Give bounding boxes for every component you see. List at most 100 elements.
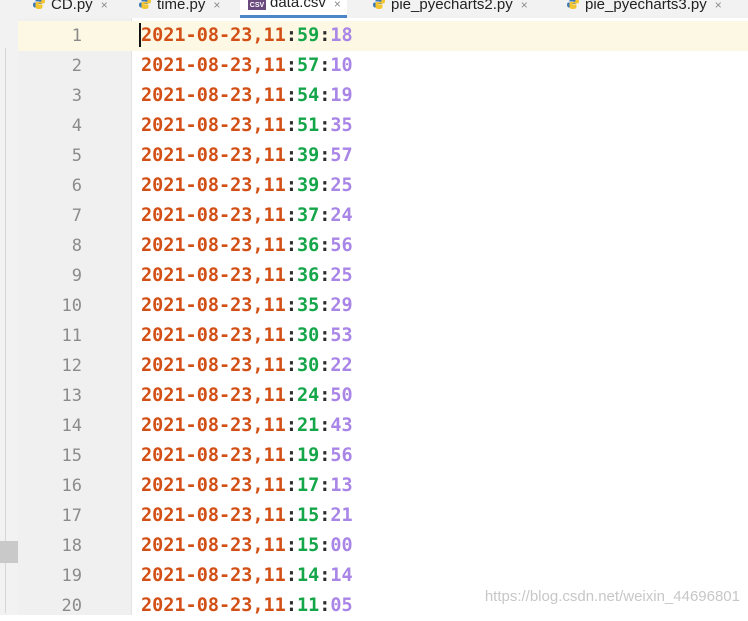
- code-line[interactable]: 3 2021-08-23,11:54:19: [0, 81, 748, 111]
- code-line[interactable]: 1 2021-08-23,11:59:18: [0, 21, 748, 51]
- csv-comma: ,: [252, 205, 264, 226]
- line-number: 4: [71, 116, 82, 136]
- csv-colon: :: [319, 475, 331, 496]
- csv-minute: 14: [296, 565, 320, 586]
- csv-hour: 11: [263, 115, 286, 136]
- csv-colon: :: [319, 505, 331, 526]
- line-text: 2021-08-23,11:24:50: [141, 381, 353, 411]
- python-file-icon: [566, 0, 580, 14]
- code-line[interactable]: 17 2021-08-23,11:15:21: [0, 501, 748, 531]
- csv-second: 25: [330, 175, 353, 196]
- line-text: 2021-08-23,11:57:10: [141, 51, 353, 81]
- code-line[interactable]: 11 2021-08-23,11:30:53: [0, 321, 748, 351]
- code-line[interactable]: 18 2021-08-23,11:15:00: [0, 531, 748, 561]
- csv-minute: 30: [296, 355, 320, 376]
- tab-pie-pyecharts3-py[interactable]: pie_pyecharts3.py ×: [566, 0, 722, 18]
- csv-colon: :: [319, 535, 331, 556]
- code-line[interactable]: 7 2021-08-23,11:37:24: [0, 201, 748, 231]
- line-number: 5: [71, 146, 82, 166]
- csv-colon: :: [285, 295, 297, 316]
- csv-hour: 11: [263, 385, 286, 406]
- tab-label: pie_pyecharts2.py: [391, 0, 513, 13]
- csv-hour: 11: [263, 175, 286, 196]
- python-file-icon: [32, 0, 46, 14]
- tab-data-csv[interactable]: CSV data.csv ×: [240, 0, 347, 18]
- csv-hour: 11: [263, 505, 286, 526]
- csv-hour: 11: [263, 265, 286, 286]
- csv-hour: 11: [263, 205, 286, 226]
- close-icon[interactable]: ×: [334, 0, 341, 11]
- csv-colon: :: [285, 55, 297, 76]
- csv-date: 2021-08-23: [141, 385, 253, 406]
- line-number: 7: [71, 206, 82, 226]
- csv-comma: ,: [252, 115, 264, 136]
- csv-second: 00: [330, 535, 353, 556]
- csv-comma: ,: [252, 235, 264, 256]
- line-number: 3: [71, 86, 82, 106]
- close-icon[interactable]: ×: [213, 0, 220, 12]
- tab-label: CD.py: [51, 0, 93, 13]
- csv-date: 2021-08-23: [141, 565, 253, 586]
- tab-pie-pyecharts2-py[interactable]: pie_pyecharts2.py ×: [372, 0, 528, 18]
- csv-minute: 54: [296, 85, 320, 106]
- csv-colon: :: [285, 85, 297, 106]
- line-text: 2021-08-23,11:14:14: [141, 561, 353, 591]
- csv-hour: 11: [263, 415, 286, 436]
- code-line[interactable]: 15 2021-08-23,11:19:56: [0, 441, 748, 471]
- csv-date: 2021-08-23: [141, 325, 253, 346]
- python-file-icon: [372, 0, 386, 14]
- csv-colon: :: [285, 115, 297, 136]
- csv-comma: ,: [252, 295, 264, 316]
- code-line[interactable]: 6 2021-08-23,11:39:25: [0, 171, 748, 201]
- csv-date: 2021-08-23: [141, 475, 253, 496]
- tab-time-py[interactable]: time.py ×: [138, 0, 220, 18]
- code-line[interactable]: 14 2021-08-23,11:21:43: [0, 411, 748, 441]
- csv-date: 2021-08-23: [141, 535, 253, 556]
- csv-comma: ,: [252, 355, 264, 376]
- code-line[interactable]: 5 2021-08-23,11:39:57: [0, 141, 748, 171]
- code-line[interactable]: 13 2021-08-23,11:24:50: [0, 381, 748, 411]
- code-line[interactable]: 8 2021-08-23,11:36:56: [0, 231, 748, 261]
- csv-minute: 19: [296, 445, 320, 466]
- csv-hour: 11: [263, 235, 286, 256]
- tab-cd-py[interactable]: CD.py ×: [32, 0, 108, 18]
- csv-hour: 11: [263, 295, 286, 316]
- line-text: 2021-08-23,11:15:21: [141, 501, 353, 531]
- code-line[interactable]: 16 2021-08-23,11:17:13: [0, 471, 748, 501]
- csv-minute: 21: [296, 415, 320, 436]
- csv-hour: 11: [263, 355, 286, 376]
- csv-minute: 37: [296, 205, 320, 226]
- csv-second: 35: [330, 115, 353, 136]
- csv-colon: :: [285, 565, 297, 586]
- csv-minute: 15: [296, 505, 320, 526]
- code-line[interactable]: 10 2021-08-23,11:35:29: [0, 291, 748, 321]
- code-line[interactable]: 19 2021-08-23,11:14:14: [0, 561, 748, 591]
- close-icon[interactable]: ×: [101, 0, 108, 12]
- csv-minute: 36: [296, 265, 320, 286]
- csv-comma: ,: [252, 385, 264, 406]
- csv-comma: ,: [252, 25, 264, 46]
- csv-second: 43: [330, 415, 353, 436]
- csv-second: 18: [330, 25, 353, 46]
- line-text: 2021-08-23,11:35:29: [141, 291, 353, 321]
- code-line[interactable]: 12 2021-08-23,11:30:22: [0, 351, 748, 381]
- line-number: 9: [71, 266, 82, 286]
- close-icon[interactable]: ×: [715, 0, 722, 12]
- code-line[interactable]: 4 2021-08-23,11:51:35: [0, 111, 748, 141]
- csv-comma: ,: [252, 415, 264, 436]
- csv-hour: 11: [263, 595, 286, 616]
- line-number: 14: [61, 416, 82, 436]
- csv-second: 24: [330, 205, 353, 226]
- code-line[interactable]: 2 2021-08-23,11:57:10: [0, 51, 748, 81]
- csv-minute: 51: [296, 115, 320, 136]
- line-text: 2021-08-23,11:39:57: [141, 141, 353, 171]
- csv-date: 2021-08-23: [141, 145, 253, 166]
- close-icon[interactable]: ×: [521, 0, 528, 12]
- csv-minute: 24: [296, 385, 320, 406]
- csv-colon: :: [319, 235, 331, 256]
- csv-second: 56: [330, 445, 353, 466]
- code-line[interactable]: 9 2021-08-23,11:36:25: [0, 261, 748, 291]
- csv-comma: ,: [252, 445, 264, 466]
- tab-label: data.csv: [270, 0, 326, 11]
- csv-comma: ,: [252, 595, 264, 616]
